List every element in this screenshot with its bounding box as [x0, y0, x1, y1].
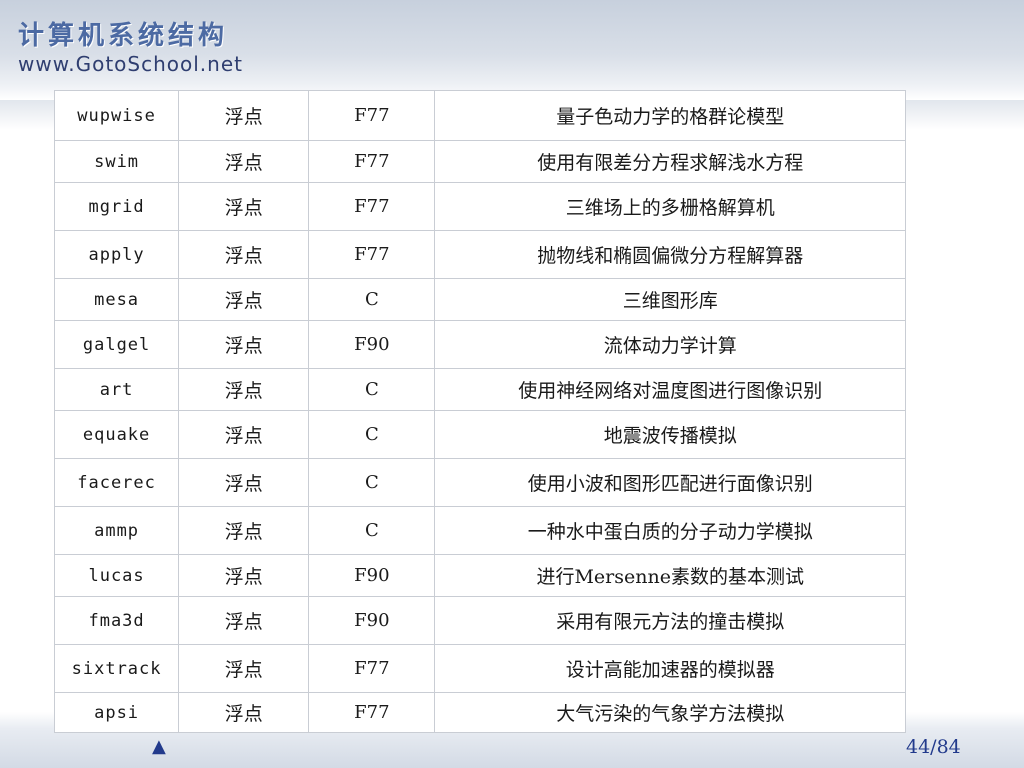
- table-row: equake 浮点 C 地震波传播模拟: [53, 410, 906, 459]
- table-row: mgrid 浮点 F77 三维场上的多栅格解算机: [53, 182, 906, 231]
- table-row: lucas 浮点 F90 进行Mersenne素数的基本测试: [53, 554, 906, 597]
- description-cell: 使用有限差分方程求解浅水方程: [434, 140, 906, 183]
- table-row: mesa 浮点 C 三维图形库: [53, 278, 906, 321]
- page-number: 44/84: [906, 736, 961, 758]
- type-cell: 浮点: [178, 140, 310, 183]
- description-cell: 一种水中蛋白质的分子动力学模拟: [434, 506, 906, 555]
- benchmark-name-cell: mesa: [53, 278, 180, 321]
- benchmark-name-cell: equake: [53, 410, 180, 459]
- type-cell: 浮点: [178, 410, 310, 459]
- language-cell: C: [308, 278, 436, 321]
- type-cell: 浮点: [178, 554, 310, 597]
- table-row: art 浮点 C 使用神经网络对温度图进行图像识别: [53, 368, 906, 411]
- table-row: wupwise 浮点 F77 量子色动力学的格群论模型: [53, 90, 906, 141]
- benchmark-name-cell: swim: [53, 140, 180, 183]
- table-row: galgel 浮点 F90 流体动力学计算: [53, 320, 906, 369]
- language-cell: F90: [308, 554, 436, 597]
- benchmark-name-cell: galgel: [53, 320, 180, 369]
- language-cell: C: [308, 410, 436, 459]
- benchmark-name-cell: art: [53, 368, 180, 411]
- language-cell: C: [308, 506, 436, 555]
- type-cell: 浮点: [178, 182, 310, 231]
- benchmark-name-cell: apply: [53, 230, 180, 279]
- table-row: swim 浮点 F77 使用有限差分方程求解浅水方程: [53, 140, 906, 183]
- language-cell: F77: [308, 90, 436, 141]
- type-cell: 浮点: [178, 692, 310, 733]
- type-cell: 浮点: [178, 506, 310, 555]
- language-cell: C: [308, 458, 436, 507]
- description-cell: 大气污染的气象学方法模拟: [434, 692, 906, 733]
- description-cell: 采用有限元方法的撞击模拟: [434, 596, 906, 645]
- description-cell: 进行Mersenne素数的基本测试: [434, 554, 906, 597]
- table-row: apply 浮点 F77 抛物线和椭圆偏微分方程解算器: [53, 230, 906, 279]
- type-cell: 浮点: [178, 644, 310, 693]
- type-cell: 浮点: [178, 458, 310, 507]
- language-cell: C: [308, 368, 436, 411]
- description-cell: 使用神经网络对温度图进行图像识别: [434, 368, 906, 411]
- language-cell: F90: [308, 596, 436, 645]
- language-cell: F77: [308, 644, 436, 693]
- benchmark-name-cell: lucas: [53, 554, 180, 597]
- previous-slide-up-arrow-icon[interactable]: ▲: [152, 736, 166, 758]
- language-cell: F77: [308, 230, 436, 279]
- table-row: facerec 浮点 C 使用小波和图形匹配进行面像识别: [53, 458, 906, 507]
- language-cell: F77: [308, 140, 436, 183]
- benchmark-name-cell: ammp: [53, 506, 180, 555]
- description-cell: 量子色动力学的格群论模型: [434, 90, 906, 141]
- type-cell: 浮点: [178, 90, 310, 141]
- description-cell: 使用小波和图形匹配进行面像识别: [434, 458, 906, 507]
- benchmark-name-cell: facerec: [53, 458, 180, 507]
- type-cell: 浮点: [178, 596, 310, 645]
- benchmark-table: wupwise 浮点 F77 量子色动力学的格群论模型 swim 浮点 F77 …: [53, 90, 906, 733]
- language-cell: F90: [308, 320, 436, 369]
- description-cell: 地震波传播模拟: [434, 410, 906, 459]
- table-row: apsi 浮点 F77 大气污染的气象学方法模拟: [53, 692, 906, 733]
- description-cell: 三维图形库: [434, 278, 906, 321]
- type-cell: 浮点: [178, 278, 310, 321]
- type-cell: 浮点: [178, 230, 310, 279]
- benchmark-name-cell: wupwise: [53, 90, 180, 141]
- table-row: fma3d 浮点 F90 采用有限元方法的撞击模拟: [53, 596, 906, 645]
- description-cell: 设计高能加速器的模拟器: [434, 644, 906, 693]
- logo-title: 计算机系统结构: [18, 21, 229, 51]
- benchmark-name-cell: fma3d: [53, 596, 180, 645]
- table-row: ammp 浮点 C 一种水中蛋白质的分子动力学模拟: [53, 506, 906, 555]
- table-row: sixtrack 浮点 F77 设计高能加速器的模拟器: [53, 644, 906, 693]
- logo-url: www.GotoSchool.net: [18, 52, 243, 76]
- language-cell: F77: [308, 182, 436, 231]
- description-cell: 抛物线和椭圆偏微分方程解算器: [434, 230, 906, 279]
- logo: 计算机系统结构 www.GotoSchool.net: [18, 20, 243, 76]
- description-cell: 流体动力学计算: [434, 320, 906, 369]
- benchmark-name-cell: mgrid: [53, 182, 180, 231]
- type-cell: 浮点: [178, 368, 310, 411]
- type-cell: 浮点: [178, 320, 310, 369]
- benchmark-name-cell: apsi: [53, 692, 180, 733]
- benchmark-name-cell: sixtrack: [53, 644, 180, 693]
- language-cell: F77: [308, 692, 436, 733]
- description-cell: 三维场上的多栅格解算机: [434, 182, 906, 231]
